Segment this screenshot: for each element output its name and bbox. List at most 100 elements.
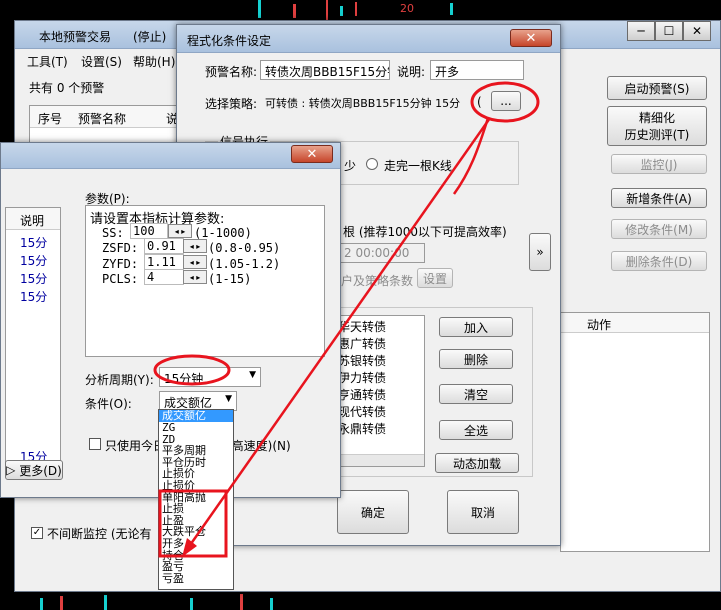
clear-stock-button[interactable]: 清空 — [439, 384, 513, 404]
condition-table[interactable]: 动作 — [560, 312, 710, 552]
continuous-checkbox[interactable]: ✓ — [31, 527, 43, 539]
col-name[interactable]: 预警名称 — [78, 110, 126, 127]
add-condition-button[interactable]: 新增条件(A) — [611, 188, 707, 208]
dropdown-option[interactable]: ZG — [159, 422, 233, 434]
params-hint: 户及策略条数 — [341, 274, 414, 288]
dynamic-load-button[interactable]: 动态加载 — [435, 453, 519, 473]
detail-label: 精细化 — [638, 111, 675, 125]
param-stepper[interactable]: ◂ ▸ — [183, 270, 207, 284]
dialog-title: 程式化条件设定 — [187, 34, 272, 48]
indicator-left-list[interactable]: 说明 15分 15分 15分 15分 15分 — [5, 207, 61, 467]
stock-item[interactable]: 惠广转债 — [338, 335, 386, 352]
period-value: 15分钟 — [164, 372, 204, 386]
scrollbar[interactable] — [334, 454, 424, 466]
stock-item[interactable]: 伊力转债 — [338, 369, 386, 386]
chevron-down-icon: ▼ — [249, 370, 256, 380]
strategy-label: 选择策略: — [205, 97, 258, 111]
strategy-tail: ( — [477, 95, 482, 109]
param-range: (1.05-1.2) — [208, 257, 281, 271]
menu-help[interactable]: 帮助(H) — [133, 53, 175, 70]
use-today-label: 只使用今日 — [105, 439, 166, 453]
finish-bar-label: 走完一根K线 — [384, 159, 452, 173]
stock-item[interactable]: 永鼎转债 — [338, 420, 386, 437]
table-header: 序号 预警名称 说 — [30, 106, 188, 128]
chart-price-label: 20 — [400, 2, 414, 15]
period-label: 分析周期(Y): — [85, 373, 154, 387]
menu-tools[interactable]: 工具(T) — [27, 53, 68, 70]
stock-item[interactable]: 亨通转债 — [338, 386, 386, 403]
alert-name-input[interactable]: 转债次周BBB15F15分钟 — [260, 60, 390, 80]
param-range: (0.8-0.95) — [208, 241, 281, 255]
alert-name-label: 预警名称: — [205, 65, 258, 79]
cond-select[interactable]: 成交额亿 ▼ — [159, 391, 237, 411]
param-name: PCLS: — [102, 272, 139, 286]
col-index[interactable]: 序号 — [38, 110, 62, 127]
left-list-item[interactable]: 15分 — [20, 288, 47, 305]
dialog-close-button[interactable]: ✕ — [510, 29, 552, 47]
cancel-button[interactable]: 取消 — [447, 490, 519, 534]
param-range: (1-1000) — [194, 226, 252, 240]
alert-count: 共有 0 个预警 — [29, 81, 105, 95]
ok-button[interactable]: 确定 — [337, 490, 409, 534]
more-button[interactable]: ▷ 更多(D) — [5, 460, 63, 480]
setting-button[interactable]: 设置 — [417, 268, 453, 288]
time-input[interactable]: 2 00:00:00 — [339, 243, 425, 263]
detail-backtest-button[interactable]: 精细化 历史测评(T) — [607, 106, 707, 146]
edit-condition-button[interactable]: 修改条件(M) — [611, 219, 707, 239]
left-list-item[interactable]: 15分 — [20, 234, 47, 251]
cond-label: 条件(O): — [85, 397, 132, 411]
desc-input[interactable]: 开多 — [430, 60, 524, 80]
param-stepper[interactable]: ◂ ▸ — [168, 224, 192, 238]
alert-table[interactable]: 序号 预警名称 说 — [29, 105, 189, 145]
stock-item[interactable]: 苏银转债 — [338, 352, 386, 369]
cond-dropdown-list[interactable]: 成交额亿 ZG ZD 平多周期 平仓历时 止损价 止损价 单阳高抛 止损 止盈 … — [158, 409, 234, 590]
dropdown-option[interactable]: 盈亏 — [159, 561, 233, 573]
param-input-zyfd[interactable]: 1.11 — [144, 254, 184, 270]
browse-strategy-button[interactable]: ... — [491, 91, 521, 111]
left-list-item[interactable]: 15分 — [20, 270, 47, 287]
indicator-close-button[interactable]: ✕ — [291, 145, 333, 163]
param-stepper[interactable]: ◂ ▸ — [183, 239, 207, 253]
dropdown-option[interactable]: 开多 — [159, 538, 233, 550]
dropdown-option[interactable]: 止损 — [159, 503, 233, 515]
param-input-ss[interactable]: 100 — [130, 223, 168, 239]
finish-bar-radio[interactable] — [366, 158, 378, 170]
use-today-checkbox[interactable] — [89, 438, 101, 450]
dialog-titlebar: 程式化条件设定 — [177, 25, 560, 53]
stock-list[interactable]: 华天转债 惠广转债 苏银转债 伊力转债 亨通转债 现代转债 永鼎转债 — [333, 315, 425, 467]
monitor-button[interactable]: 监控(J) — [611, 154, 707, 174]
signal-opt-text: 少 — [344, 159, 357, 173]
continuous-label: 不间断监控 (无论有 — [47, 527, 152, 541]
delete-stock-button[interactable]: 删除 — [439, 349, 513, 369]
chart-bottom-strip — [0, 592, 721, 610]
window-title: 本地预警交易 — [39, 30, 112, 44]
maximize-button[interactable]: ☐ — [655, 21, 683, 41]
param-input-zsfd[interactable]: 0.91 — [144, 238, 184, 254]
delete-condition-button[interactable]: 删除条件(D) — [611, 251, 707, 271]
params-box: 请设置本指标计算参数: SS: 100 ◂ ▸ (1-1000) ZSFD: 0… — [85, 205, 325, 357]
add-stock-button[interactable]: 加入 — [439, 317, 513, 337]
dropdown-option[interactable]: 亏盈 — [159, 573, 233, 585]
param-stepper[interactable]: ◂ ▸ — [183, 255, 207, 269]
col-action[interactable]: 动作 — [587, 316, 611, 333]
window-status: (停止) — [133, 30, 167, 44]
start-alert-button[interactable]: 启动预警(S) — [607, 76, 707, 100]
dropdown-option[interactable]: 止损价 — [159, 480, 233, 492]
indicator-titlebar — [1, 143, 340, 169]
strategy-value: 可转债 : 转债次周BBB15F15分钟 15分 — [265, 97, 461, 110]
close-button[interactable]: ✕ — [683, 21, 711, 41]
stock-item[interactable]: 华天转债 — [338, 318, 386, 335]
menu-settings[interactable]: 设置(S) — [81, 53, 122, 70]
more-arrow-icon: ▷ — [6, 463, 20, 477]
param-name: SS: — [102, 226, 124, 240]
param-input-pcls[interactable]: 4 — [144, 269, 184, 285]
period-select[interactable]: 15分钟 ▼ — [159, 367, 261, 387]
expand-button[interactable]: » — [529, 233, 551, 271]
param-range: (1-15) — [208, 272, 252, 286]
left-list-item[interactable]: 15分 — [20, 252, 47, 269]
minimize-button[interactable]: ─ — [627, 21, 655, 41]
select-all-button[interactable]: 全选 — [439, 420, 513, 440]
left-list-header[interactable]: 说明 — [20, 212, 44, 229]
desc-label: 说明: — [397, 65, 426, 79]
stock-item[interactable]: 现代转债 — [338, 403, 386, 420]
